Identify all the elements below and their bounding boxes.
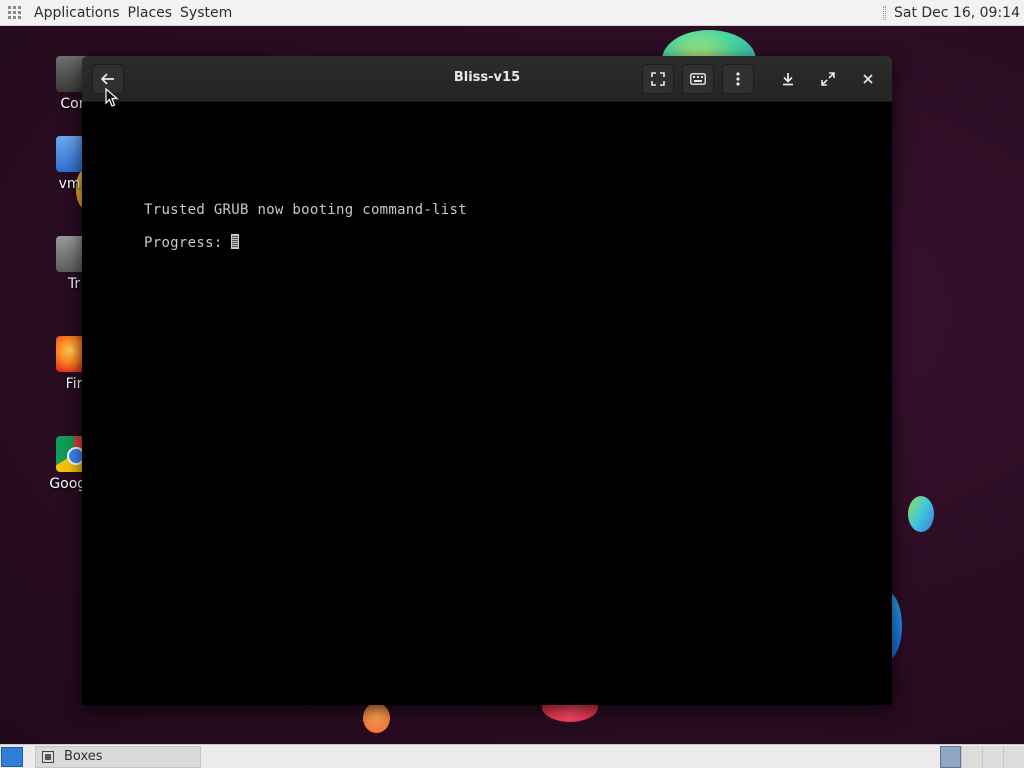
progress-cursor <box>230 234 239 249</box>
more-vertical-icon <box>736 72 740 86</box>
fullscreen-icon <box>651 72 665 86</box>
workspace-switcher <box>940 745 1024 768</box>
mouse-pointer-icon <box>105 88 119 107</box>
top-panel: Applications Places System Sat Dec 16, 0… <box>0 0 1024 26</box>
show-desktop-button[interactable] <box>1 746 23 767</box>
window-title: Bliss-v15 <box>453 70 521 85</box>
wallpaper-shape <box>908 496 934 532</box>
console-boot-line: Trusted GRUB now booting command-list <box>144 202 467 218</box>
menu-applications[interactable]: Applications <box>30 5 124 21</box>
boxes-app-icon <box>42 750 54 763</box>
menu-button[interactable] <box>722 64 754 94</box>
download-button[interactable] <box>772 64 804 94</box>
vm-console[interactable]: Trusted GRUB now booting command-list Pr… <box>82 102 892 705</box>
fullscreen-button[interactable] <box>642 64 674 94</box>
wallpaper-shape <box>363 703 390 733</box>
workspace-1[interactable] <box>940 745 961 768</box>
menu-places[interactable]: Places <box>124 5 177 21</box>
close-button[interactable] <box>852 64 884 94</box>
taskbar: Boxes <box>0 744 1024 768</box>
maximize-icon <box>821 72 835 86</box>
apps-grid-icon[interactable] <box>8 5 22 20</box>
progress-label: Progress: <box>144 235 223 251</box>
workspace-2[interactable] <box>961 745 982 768</box>
maximize-button[interactable] <box>812 64 844 94</box>
workspace-3[interactable] <box>982 745 1003 768</box>
download-icon <box>783 73 793 86</box>
console-progress-line: Progress: <box>144 234 239 251</box>
workspace-4[interactable] <box>1003 745 1024 768</box>
taskbar-item-boxes[interactable]: Boxes <box>35 745 201 768</box>
boxes-window: Bliss-v15 Trusted GRUB now booting comma… <box>82 56 892 705</box>
menu-system[interactable]: System <box>176 5 236 21</box>
panel-right: Sat Dec 16, 09:14 <box>882 5 1024 21</box>
clock[interactable]: Sat Dec 16, 09:14 <box>894 5 1020 21</box>
keyboard-icon <box>690 73 706 85</box>
panel-handle-icon <box>882 5 886 20</box>
close-icon <box>863 74 873 84</box>
back-arrow-icon <box>101 73 114 85</box>
taskbar-item-label: Boxes <box>64 749 103 764</box>
window-headerbar[interactable]: Bliss-v15 <box>82 56 892 102</box>
keyboard-button[interactable] <box>682 64 714 94</box>
